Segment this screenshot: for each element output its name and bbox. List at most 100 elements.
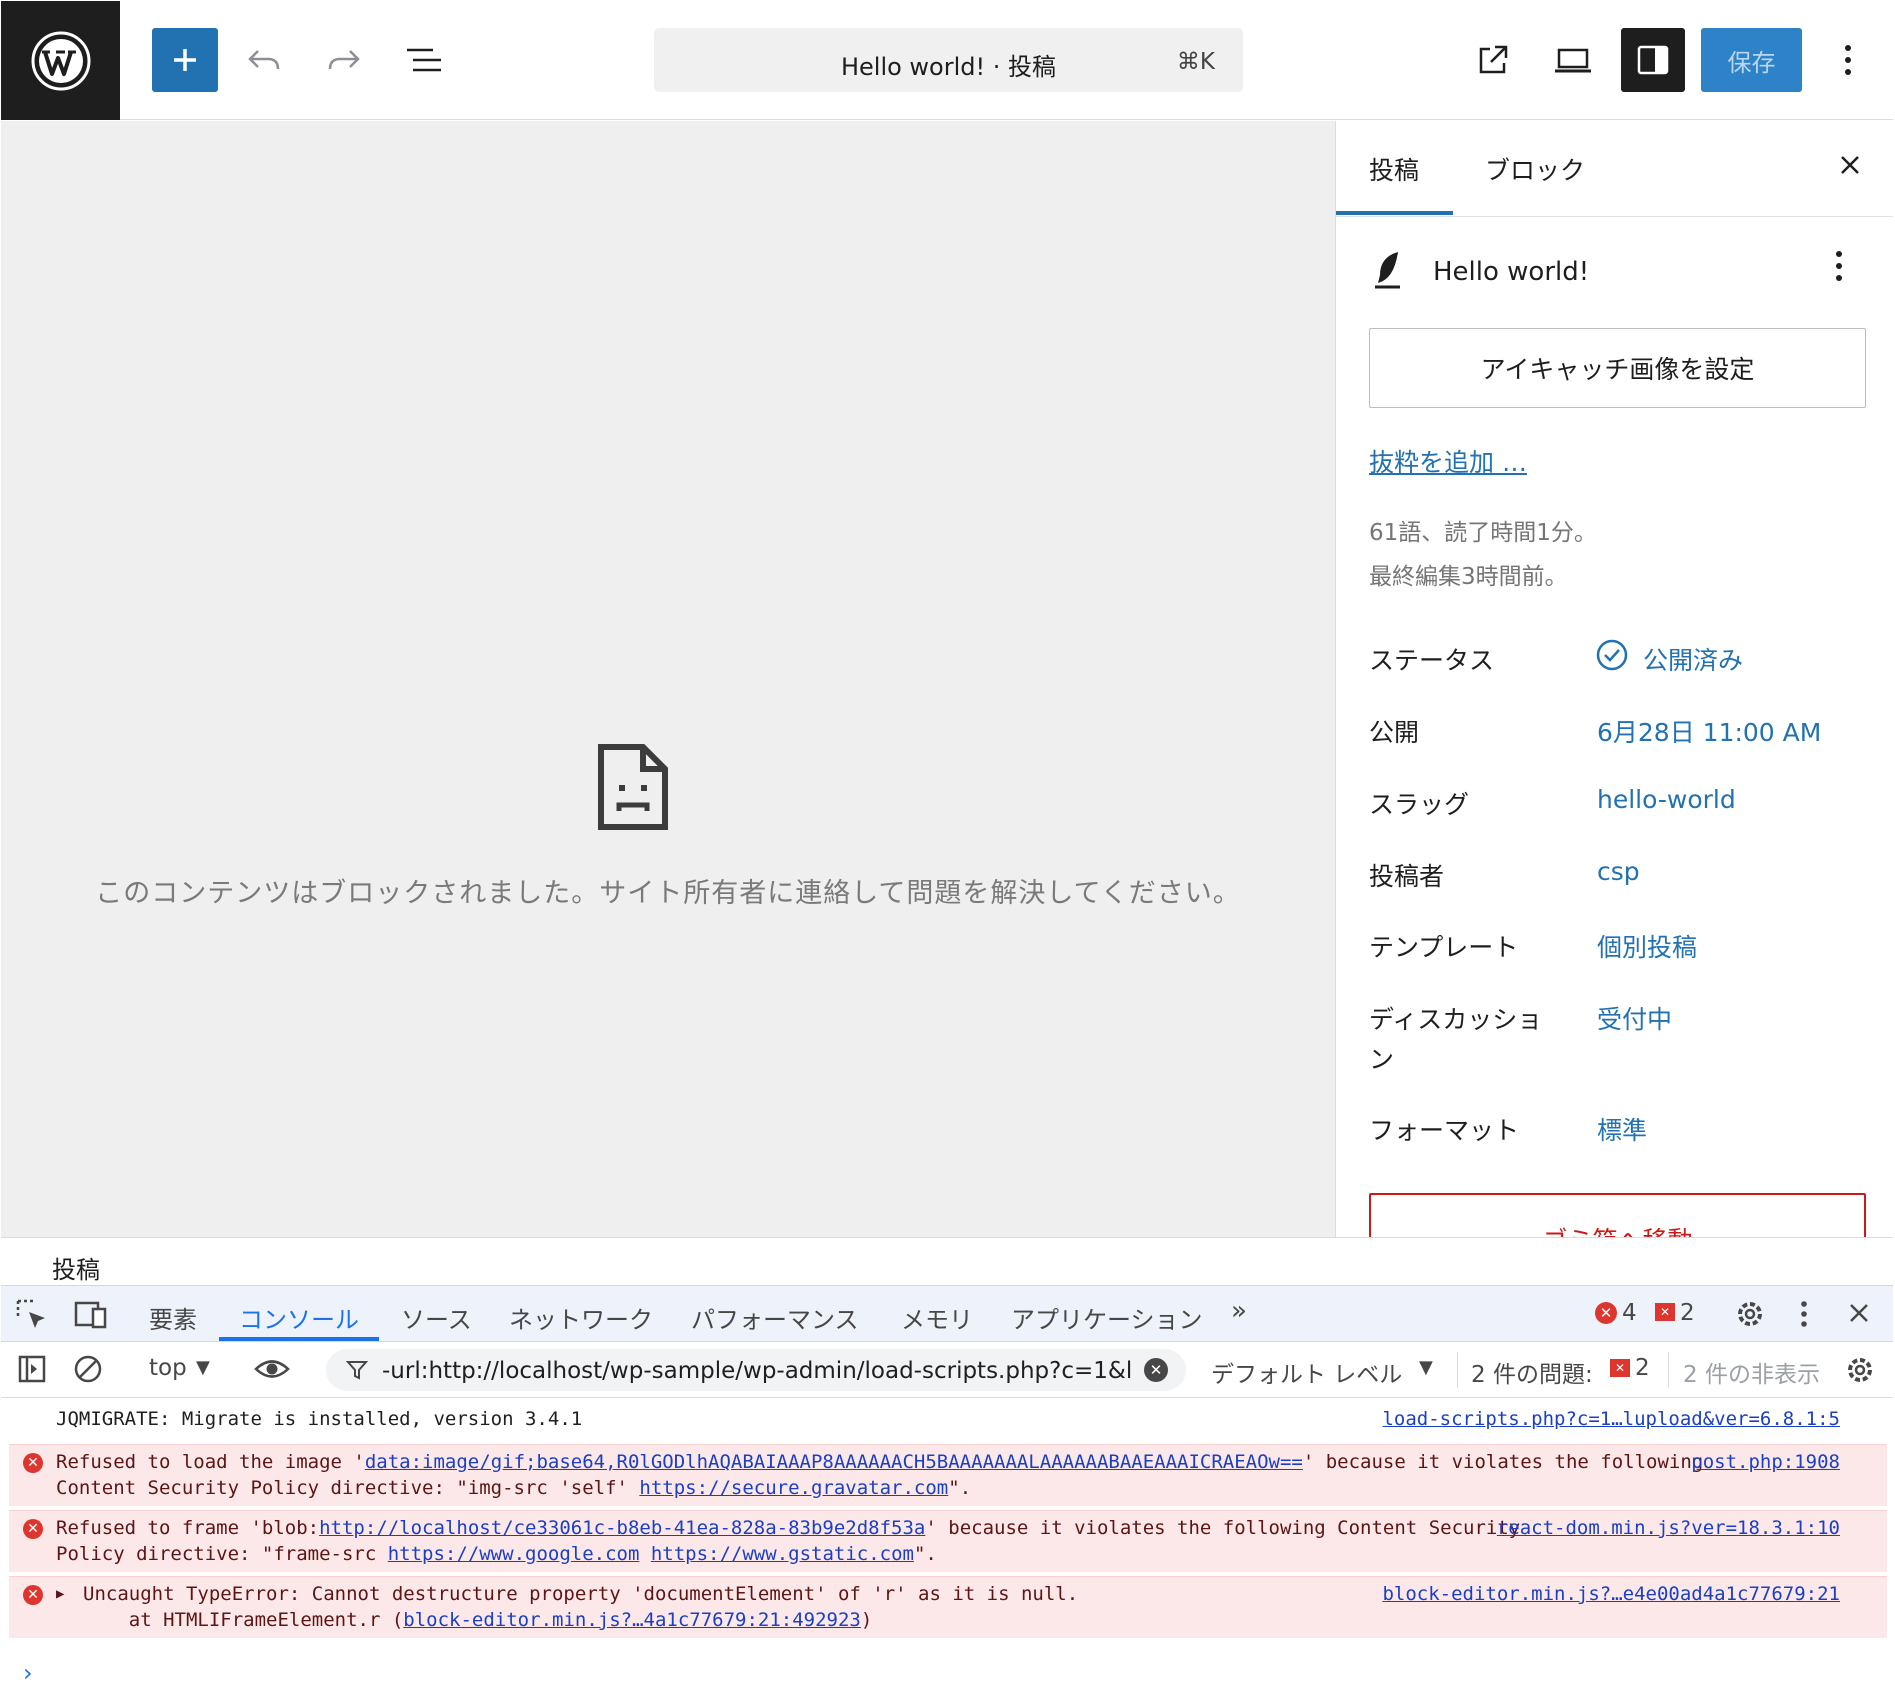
issue-count[interactable]: 2 <box>1680 1300 1695 1326</box>
add-block-button[interactable] <box>152 28 218 92</box>
chevron-down-icon: ▼ <box>196 1357 210 1378</box>
log-message: Uncaught TypeError: Cannot destructure p… <box>83 1581 1078 1633</box>
settings-gear-icon[interactable] <box>1734 1298 1766 1330</box>
publish-label: 公開 <box>1369 718 1420 747</box>
devtools-tab-elements[interactable]: 要素 <box>149 1300 197 1335</box>
expand-triangle-icon[interactable]: ▶ <box>56 1581 64 1607</box>
document-overview-button[interactable] <box>399 28 449 92</box>
live-expression-eye-icon[interactable] <box>253 1354 291 1384</box>
issues-count[interactable]: 2 <box>1635 1355 1650 1381</box>
preview-device-button[interactable] <box>1541 28 1605 92</box>
filter-icon <box>346 1361 368 1380</box>
log-message: Refused to frame 'blob:http://localhost/… <box>56 1515 1520 1567</box>
blob-link[interactable]: http://localhost/ce33061c-b8eb-41ea-828a… <box>319 1517 925 1539</box>
google-link[interactable]: https://www.google.com <box>388 1543 640 1565</box>
tab-post[interactable]: 投稿 <box>1369 151 1419 187</box>
format-value[interactable]: 標準 <box>1597 1111 1647 1147</box>
redo-icon <box>328 50 360 70</box>
slug-label: スラッグ <box>1369 790 1470 819</box>
document-title: Hello world! · 投稿 <box>840 53 1057 81</box>
log-source-link[interactable]: react-dom.min.js?ver=18.3.1:10 <box>1497 1515 1840 1541</box>
sidebar-icon <box>1637 45 1669 75</box>
devtools-panel: 要素 コンソール ソース ネットワーク パフォーマンス メモリ アプリケーション… <box>1 1285 1893 1706</box>
published-check-icon <box>1596 639 1628 671</box>
move-to-trash-button[interactable]: ゴミ箱へ移動 <box>1369 1193 1866 1237</box>
error-icon: ✕ <box>1595 1302 1617 1324</box>
settings-sidebar-toggle[interactable] <box>1621 28 1685 92</box>
console-prompt[interactable]: › <box>23 1659 33 1687</box>
devtools-tab-application[interactable]: アプリケーション <box>1011 1300 1203 1335</box>
external-link-icon <box>1479 45 1508 74</box>
tab-block[interactable]: ブロック <box>1485 151 1585 187</box>
discussion-value[interactable]: 受付中 <box>1597 1000 1672 1036</box>
log-level-dropdown[interactable]: デフォルト レベル <box>1211 1355 1402 1389</box>
close-icon[interactable] <box>1836 151 1864 179</box>
console-settings-gear-icon[interactable] <box>1844 1354 1876 1386</box>
log-text: Content Security Policy directive: "img-… <box>56 1477 640 1499</box>
options-menu-button[interactable] <box>1823 28 1873 92</box>
active-tab-indicator <box>1336 211 1453 215</box>
broken-page-icon <box>598 744 668 830</box>
clear-console-icon[interactable] <box>73 1354 103 1384</box>
discussion-label: ディスカッション <box>1369 1005 1543 1074</box>
console-log-error: ✕ Refused to frame 'blob:http://localhos… <box>9 1510 1887 1572</box>
status-label: ステータス <box>1369 646 1495 675</box>
wordpress-logo-button[interactable] <box>1 1 120 120</box>
author-value[interactable]: csp <box>1597 857 1640 886</box>
undo-button[interactable] <box>239 28 289 92</box>
devtools-tab-memory[interactable]: メモリ <box>901 1300 973 1335</box>
console-filter-input[interactable]: -url:http://localhost/wp-sample/wp-admin… <box>326 1349 1186 1391</box>
save-button[interactable]: 保存 <box>1701 28 1802 92</box>
gstatic-link[interactable]: https://www.gstatic.com <box>651 1543 914 1565</box>
log-text: ". <box>913 1543 937 1565</box>
show-sidebar-icon[interactable] <box>17 1354 47 1384</box>
inspect-element-icon[interactable] <box>15 1298 49 1332</box>
log-source-link[interactable]: post.php:1908 <box>1691 1449 1840 1475</box>
slug-value[interactable]: hello-world <box>1597 785 1736 814</box>
data-uri-link[interactable]: data:image/gif;base64,R0lGODlhAQABAIAAAP… <box>365 1451 1303 1473</box>
error-icon: ✕ <box>23 1453 43 1473</box>
set-featured-image-button[interactable]: アイキャッチ画像を設定 <box>1369 328 1866 408</box>
devtools-tab-console[interactable]: コンソール <box>239 1300 359 1335</box>
devtools-tab-sources[interactable]: ソース <box>401 1300 472 1335</box>
console-log-error: ✕ ▶ Uncaught TypeError: Cannot destructu… <box>9 1576 1887 1638</box>
add-excerpt-link[interactable]: 抜粋を追加 … <box>1369 443 1527 479</box>
device-toolbar-icon[interactable] <box>73 1298 109 1332</box>
log-source-link[interactable]: load-scripts.php?c=1…lupload&ver=6.8.1:5 <box>1382 1406 1840 1432</box>
filter-value: -url:http://localhost/wp-sample/wp-admin… <box>382 1358 1132 1384</box>
more-vertical-icon <box>1845 45 1851 75</box>
level-chevron-down-icon: ▼ <box>1419 1357 1433 1378</box>
devtools-tab-performance[interactable]: パフォーマンス <box>691 1300 859 1335</box>
log-text: Refused to load the image ' <box>56 1451 365 1473</box>
view-post-button[interactable] <box>1461 28 1525 92</box>
devtools-tab-network[interactable]: ネットワーク <box>509 1300 653 1335</box>
console-toolbar: top ▼ -url:http://localhost/wp-sample/wp… <box>1 1342 1893 1398</box>
devtools-menu-icon[interactable] <box>1800 1298 1808 1330</box>
context-selector[interactable]: top <box>149 1355 187 1381</box>
hidden-count-label: 2 件の非表示 <box>1683 1362 1820 1388</box>
gravatar-link[interactable]: https://secure.gravatar.com <box>639 1477 948 1499</box>
stack-trace-link[interactable]: block-editor.min.js?…4a1c77679:21:492923 <box>403 1609 861 1631</box>
editor-toolbar: Hello world! · 投稿 ⌘K 保存 <box>1 1 1893 120</box>
template-value[interactable]: 個別投稿 <box>1597 928 1697 964</box>
more-tabs-icon[interactable]: » <box>1231 1296 1247 1326</box>
publish-date-value[interactable]: 6月28日 11:00 AM <box>1597 713 1821 749</box>
settings-sidebar: 投稿 ブロック Hello world! アイキャッチ画像を設定 抜粋を追加 …… <box>1335 121 1893 1237</box>
command-palette-bar[interactable]: Hello world! · 投稿 ⌘K <box>654 28 1243 92</box>
toolbar-divider <box>1668 1352 1669 1388</box>
log-text: ' because it violates the following Cont… <box>925 1517 1521 1539</box>
log-source-link[interactable]: block-editor.min.js?…e4e00ad4a1c77679:21 <box>1382 1581 1840 1607</box>
error-count[interactable]: 4 <box>1622 1300 1637 1326</box>
close-devtools-icon[interactable] <box>1846 1300 1872 1326</box>
devtools-tab-bar: 要素 コンソール ソース ネットワーク パフォーマンス メモリ アプリケーション… <box>1 1286 1893 1342</box>
word-count-info: 61語、読了時間1分。 <box>1369 520 1597 546</box>
status-value[interactable]: 公開済み <box>1643 641 1743 677</box>
breadcrumb[interactable]: 投稿 <box>52 1250 100 1285</box>
clear-filter-icon[interactable]: ✕ <box>1144 1358 1168 1382</box>
issues-flag-icon: ✕ <box>1610 1359 1630 1377</box>
log-text: at HTMLIFrameElement.r ( <box>83 1609 404 1631</box>
issues-label[interactable]: 2 件の問題: <box>1471 1355 1593 1389</box>
redo-button[interactable] <box>319 28 369 92</box>
post-actions-icon[interactable] <box>1834 249 1844 283</box>
log-text: Policy directive: "frame-src <box>56 1543 388 1565</box>
